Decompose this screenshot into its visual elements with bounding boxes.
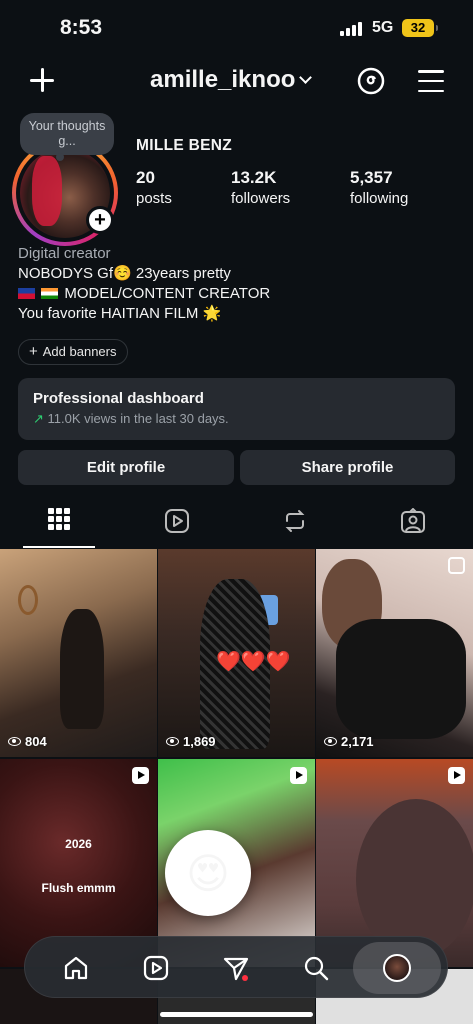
haiti-flag-icon [18,288,35,299]
post-caption: Flush emmm [41,881,116,895]
tagged-icon [401,508,425,533]
grid-icon [48,508,70,530]
reposts-icon [285,510,305,532]
eye-icon [8,737,21,746]
chevron-down-icon [299,70,313,84]
post-thumbnail[interactable]: ❤️❤️❤️ 1,869 [158,549,315,757]
post-caption: 2026 [65,837,92,851]
create-button[interactable] [28,66,56,94]
nav-home[interactable] [58,950,94,986]
add-banners-button[interactable]: + Add banners [18,339,128,365]
dashboard-title: Professional dashboard [33,390,204,407]
reel-icon [448,767,465,784]
bottom-nav [24,936,448,998]
professional-dashboard[interactable]: Professional dashboard ↗ 11.0K views in … [18,378,455,440]
messages-icon [223,957,249,981]
username: amille_iknoo [150,66,296,93]
stat-following[interactable]: 5,357 following [350,168,408,207]
bio: Digital creator NOBODYS Gf☺️ 23years pre… [18,244,458,324]
network-type: 5G [372,19,394,36]
stat-followers[interactable]: 13.2K followers [231,168,290,207]
floating-emoji[interactable]: 😍 [165,830,251,916]
home-icon [64,956,88,980]
bio-line: NOBODYS Gf☺️ 23years pretty [18,265,231,282]
nav-profile[interactable] [379,950,415,986]
post-thumbnail[interactable]: 804 [0,549,157,757]
dashboard-subtitle: ↗ 11.0K views in the last 30 days. [33,411,229,426]
tab-reposts[interactable] [273,508,317,548]
multi-post-icon [448,557,465,574]
edit-profile-button[interactable]: Edit profile [18,450,234,485]
trend-up-icon: ↗ [33,411,44,426]
plus-icon: + [89,209,111,231]
plus-icon: + [29,343,38,360]
reel-icon [290,767,307,784]
status-time: 8:53 [60,16,103,39]
reels-icon [165,509,189,533]
bio-category: Digital creator [18,245,111,262]
reel-icon [132,767,149,784]
reels-icon [143,955,169,981]
post-thumbnail[interactable]: 2,171 [316,549,473,757]
note-bubble[interactable]: Your thoughts g... [20,113,114,161]
tab-tagged[interactable] [391,508,435,548]
tab-reels[interactable] [155,508,199,548]
battery-icon: 32 [402,19,438,37]
tab-grid[interactable] [23,508,95,548]
profile-header: amille_iknoo [0,56,473,108]
share-profile-button[interactable]: Share profile [240,450,455,485]
stat-posts[interactable]: 20 posts [136,168,172,207]
profile-tabs [0,500,473,548]
eye-icon [324,737,337,746]
india-flag-icon [41,288,59,299]
display-name: MILLE BENZ [136,137,232,154]
profile-avatar [383,954,411,982]
menu-button[interactable] [418,70,444,92]
status-bar: 8:53 5G 32 [0,0,473,56]
account-switcher[interactable]: amille_iknoo [150,66,313,94]
view-count: 2,171 [324,734,374,749]
nav-reels[interactable] [138,950,174,986]
view-count: 804 [8,734,47,749]
eye-icon [166,737,179,746]
threads-icon[interactable] [356,66,386,96]
home-indicator [160,1012,313,1017]
nav-messages[interactable] [218,950,254,986]
signal-icon [340,22,362,36]
bio-line: MODEL/CONTENT CREATOR [18,284,458,304]
search-icon [304,956,329,981]
add-story-button[interactable]: + [86,206,114,234]
nav-search[interactable] [298,950,334,986]
bio-line: You favorite HAITIAN FILM 🌟 [18,305,222,322]
view-count: 1,869 [166,734,216,749]
